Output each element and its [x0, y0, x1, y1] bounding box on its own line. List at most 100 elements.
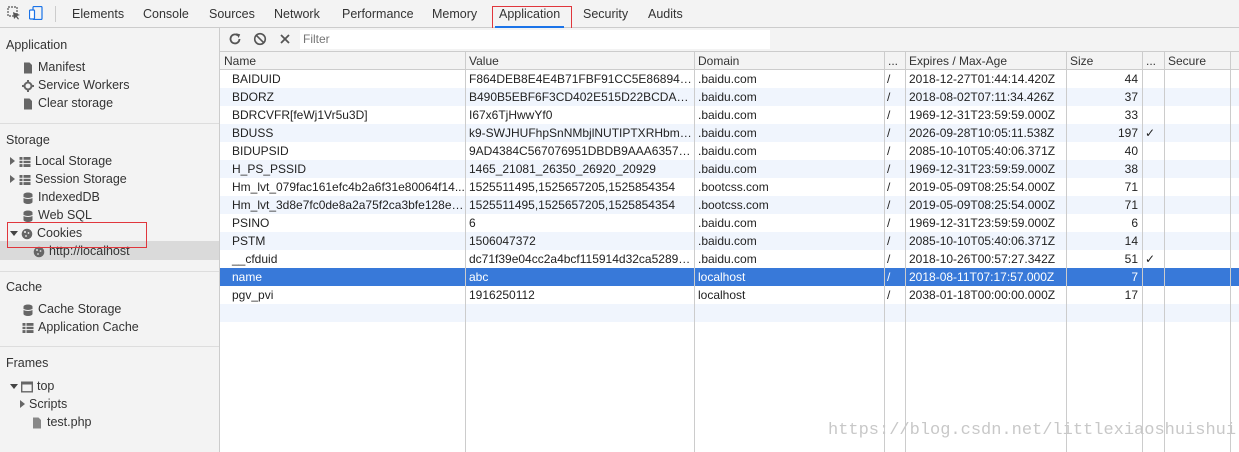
column-divider[interactable] — [1164, 52, 1165, 452]
cell-path[interactable]: / — [884, 106, 905, 124]
tab-elements[interactable]: Elements — [72, 0, 124, 28]
tab-security[interactable]: Security — [583, 0, 628, 28]
cell-value[interactable]: 1916250112 — [465, 286, 694, 304]
cell-domain[interactable]: .baidu.com — [694, 88, 884, 106]
cell-size[interactable]: 44 — [1066, 70, 1142, 88]
cell-domain[interactable]: .baidu.com — [694, 70, 884, 88]
cell-size[interactable]: 6 — [1066, 214, 1142, 232]
cell-httponly[interactable] — [1142, 196, 1164, 214]
cell-value[interactable]: B490B5EBF6F3CD402E515D22BCDA1598 — [465, 88, 694, 106]
cell-expires[interactable]: 2085-10-10T05:40:06.371Z — [905, 142, 1066, 160]
cell-value[interactable]: 9AD4384C567076951DBDB9AAA6357E3B — [465, 142, 694, 160]
cell-domain[interactable]: .baidu.com — [694, 160, 884, 178]
column-divider[interactable] — [905, 52, 906, 452]
table-row[interactable]: PSTM 1506047372 .baidu.com/2085-10-10T05:4… — [220, 232, 1239, 250]
cell-value[interactable]: 6 — [465, 214, 694, 232]
cell-name[interactable]: BDRCVFR[feWj1Vr5u3D] — [220, 106, 465, 124]
cell-httponly[interactable]: ✓ — [1142, 124, 1164, 142]
cell-path[interactable]: / — [884, 142, 905, 160]
cell-path[interactable]: / — [884, 178, 905, 196]
cell-value[interactable]: I67x6TjHwwYf0 — [465, 106, 694, 124]
inspect-element-icon[interactable] — [7, 6, 21, 20]
cell-value[interactable]: abc — [465, 268, 694, 286]
delete-selected-icon[interactable] — [278, 32, 292, 46]
cell-name[interactable]: BDORZ — [220, 88, 465, 106]
sidebar-item-test-php[interactable]: test.php — [31, 413, 91, 431]
cell-path[interactable]: / — [884, 124, 905, 142]
cell-httponly[interactable] — [1142, 70, 1164, 88]
cell-httponly[interactable]: ✓ — [1142, 250, 1164, 268]
cell-path[interactable]: / — [884, 286, 905, 304]
sidebar-item-local-storage[interactable]: Local Storage — [10, 152, 112, 170]
table-row[interactable]: Hm_lvt_3d8e7fc0de8a2a75f2ca3bfe128e6... 1… — [220, 196, 1239, 214]
cell-domain[interactable]: .bootcss.com — [694, 196, 884, 214]
cell-httponly[interactable] — [1142, 178, 1164, 196]
cell-expires[interactable]: 2019-05-09T08:25:54.000Z — [905, 196, 1066, 214]
table-row[interactable]: BDUSS k9-SWJHUFhpSnNMbjlNUTIPTXRHbmh... .b… — [220, 124, 1239, 142]
cell-value[interactable]: 1465_21081_26350_26920_20929 — [465, 160, 694, 178]
cell-path[interactable]: / — [884, 268, 905, 286]
cell-name[interactable]: Hm_lvt_3d8e7fc0de8a2a75f2ca3bfe128e6... — [220, 196, 465, 214]
cell-httponly[interactable] — [1142, 232, 1164, 250]
cell-httponly[interactable] — [1142, 268, 1164, 286]
column-header-value[interactable]: Value — [465, 52, 694, 70]
sidebar-item-indexeddb[interactable]: IndexedDB — [22, 188, 100, 206]
cell-domain[interactable]: .baidu.com — [694, 106, 884, 124]
table-row[interactable]: PSINO 6 .baidu.com/1969-12-31T23:59:59.000… — [220, 214, 1239, 232]
refresh-icon[interactable] — [228, 32, 242, 46]
table-row[interactable]: pgv_pvi 1916250112 localhost/2038-01-18T00… — [220, 286, 1239, 304]
sidebar-item-scripts[interactable]: Scripts — [20, 395, 67, 413]
cell-size[interactable]: 71 — [1066, 178, 1142, 196]
cell-expires[interactable]: 1969-12-31T23:59:59.000Z — [905, 160, 1066, 178]
cell-name[interactable]: BAIDUID — [220, 70, 465, 88]
cell-httponly[interactable] — [1142, 142, 1164, 160]
sidebar-item-cookies[interactable]: Cookies — [10, 224, 82, 242]
device-toolbar-icon[interactable] — [28, 5, 43, 21]
expand-arrow-icon[interactable] — [10, 157, 15, 165]
cell-expires[interactable]: 2018-08-11T07:17:57.000Z — [905, 268, 1066, 286]
cell-size[interactable]: 71 — [1066, 196, 1142, 214]
column-header-name[interactable]: Name — [220, 52, 465, 70]
column-divider[interactable] — [1230, 52, 1231, 452]
sidebar-item-frame-top[interactable]: top — [10, 377, 54, 395]
cell-size[interactable]: 33 — [1066, 106, 1142, 124]
tab-application[interactable]: Application — [495, 0, 565, 28]
tab-performance[interactable]: Performance — [342, 0, 414, 28]
cell-domain[interactable]: localhost — [694, 286, 884, 304]
tab-sources[interactable]: Sources — [209, 0, 255, 28]
expand-arrow-icon[interactable] — [10, 175, 15, 183]
cell-expires[interactable]: 2019-05-09T08:25:54.000Z — [905, 178, 1066, 196]
cell-expires[interactable]: 2018-12-27T01:44:14.420Z — [905, 70, 1066, 88]
cell-path[interactable]: / — [884, 196, 905, 214]
table-row[interactable]: name abc localhost/2018-08-11T07:17:57.000… — [220, 268, 1239, 286]
cell-httponly[interactable] — [1142, 214, 1164, 232]
cell-value[interactable]: dc71f39e04cc2a4bcf115914d32ca52891... — [465, 250, 694, 268]
cell-value[interactable]: 1525511495,1525657205,1525854354 — [465, 178, 694, 196]
cell-expires[interactable]: 1969-12-31T23:59:59.000Z — [905, 106, 1066, 124]
cell-name[interactable]: PSINO — [220, 214, 465, 232]
column-header-domain[interactable]: Domain — [694, 52, 884, 70]
cell-domain[interactable]: .baidu.com — [694, 250, 884, 268]
cell-size[interactable]: 37 — [1066, 88, 1142, 106]
cell-expires[interactable]: 2026-09-28T10:05:11.538Z — [905, 124, 1066, 142]
cell-name[interactable]: pgv_pvi — [220, 286, 465, 304]
column-header-path[interactable]: ... — [884, 52, 905, 70]
cell-path[interactable]: / — [884, 88, 905, 106]
table-row[interactable]: BAIDUID F864DEB8E4E4B71FBF91CC5E86894CEF:… — [220, 70, 1239, 88]
cell-domain[interactable]: localhost — [694, 268, 884, 286]
cell-size[interactable]: 14 — [1066, 232, 1142, 250]
sidebar-item-web-sql[interactable]: Web SQL — [22, 206, 92, 224]
column-divider[interactable] — [1066, 52, 1067, 452]
cell-path[interactable]: / — [884, 232, 905, 250]
cell-path[interactable]: / — [884, 70, 905, 88]
cell-size[interactable]: 51 — [1066, 250, 1142, 268]
filter-input[interactable] — [300, 30, 770, 49]
table-row[interactable]: BDRCVFR[feWj1Vr5u3D] I67x6TjHwwYf0 .baidu.… — [220, 106, 1239, 124]
tab-audits[interactable]: Audits — [648, 0, 683, 28]
cell-name[interactable]: BIDUPSID — [220, 142, 465, 160]
tab-network[interactable]: Network — [274, 0, 320, 28]
cell-expires[interactable]: 2085-10-10T05:40:06.371Z — [905, 232, 1066, 250]
cell-path[interactable]: / — [884, 214, 905, 232]
cell-httponly[interactable] — [1142, 160, 1164, 178]
collapse-arrow-icon[interactable] — [10, 230, 18, 236]
